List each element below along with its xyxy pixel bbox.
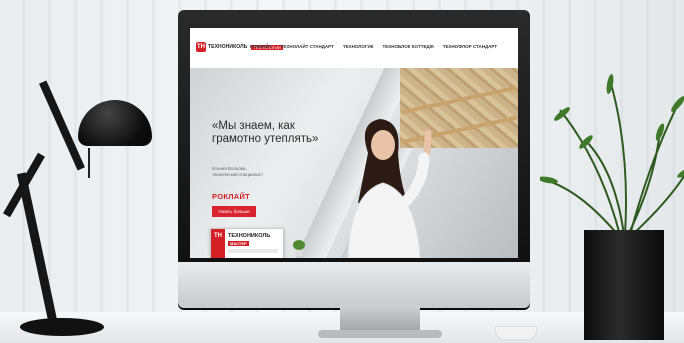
site-header: ТН ТЕХНОНИКОЛЬ ТЕХНОЛОГИИ РОКЛАЙТ ТЕХНОЛ… bbox=[190, 28, 518, 69]
monitor-stand bbox=[340, 305, 420, 333]
plant-leaves bbox=[540, 74, 684, 236]
nav-item-technoflor[interactable]: ТЕХНОФЛОР СТАНДАРТ bbox=[443, 44, 497, 49]
monitor-screen: ТН ТЕХНОНИКОЛЬ ТЕХНОЛОГИИ РОКЛАЙТ ТЕХНОЛ… bbox=[190, 28, 518, 258]
nav-item-technologic[interactable]: ТЕХНОЛОГИК bbox=[343, 44, 374, 49]
nav-item-technoblok[interactable]: ТЕХНОБЛОК КОТТЕДЖ bbox=[382, 44, 433, 49]
product-label: МАСТЕР bbox=[228, 241, 249, 246]
monitor-stand-foot bbox=[318, 330, 442, 338]
lamp-base bbox=[20, 318, 104, 336]
logo-mark-icon: ТН bbox=[196, 42, 206, 52]
nav-item-technolight[interactable]: ТЕХНОЛАЙТ СТАНДАРТ bbox=[281, 44, 334, 49]
photo-scene: ТН ТЕХНОНИКОЛЬ ТЕХНОЛОГИИ РОКЛАЙТ ТЕХНОЛ… bbox=[0, 0, 684, 343]
small-plant-icon bbox=[293, 240, 305, 256]
hero-subtitle: Ксения Волкова, технический специалист bbox=[212, 166, 264, 177]
site-nav: РОКЛАЙТ ТЕХНОЛАЙТ СТАНДАРТ ТЕХНОЛОГИК ТЕ… bbox=[250, 44, 497, 49]
product-stripe bbox=[228, 249, 278, 253]
monitor-chin bbox=[178, 262, 530, 308]
woman-figure bbox=[347, 119, 432, 258]
logo-text: ТЕХНОНИКОЛЬ bbox=[208, 44, 248, 50]
hero-banner: «Мы знаем, как грамотно утеплять» Ксения… bbox=[190, 68, 518, 258]
product-name: ТЕХНОНИКОЛЬ bbox=[228, 233, 271, 239]
learn-more-button[interactable]: Узнать больше bbox=[212, 206, 256, 217]
hero-brand: РОКЛАЙТ bbox=[212, 192, 251, 201]
cup bbox=[495, 326, 537, 340]
plant-pot bbox=[584, 230, 664, 340]
hero-title: «Мы знаем, как грамотно утеплять» bbox=[212, 120, 319, 145]
lamp-cord bbox=[88, 148, 90, 178]
product-package: ТН ТЕХНОНИКОЛЬ МАСТЕР bbox=[210, 228, 284, 258]
nav-item-roklait[interactable]: РОКЛАЙТ bbox=[250, 44, 272, 49]
product-logo-icon: ТН bbox=[211, 229, 225, 258]
